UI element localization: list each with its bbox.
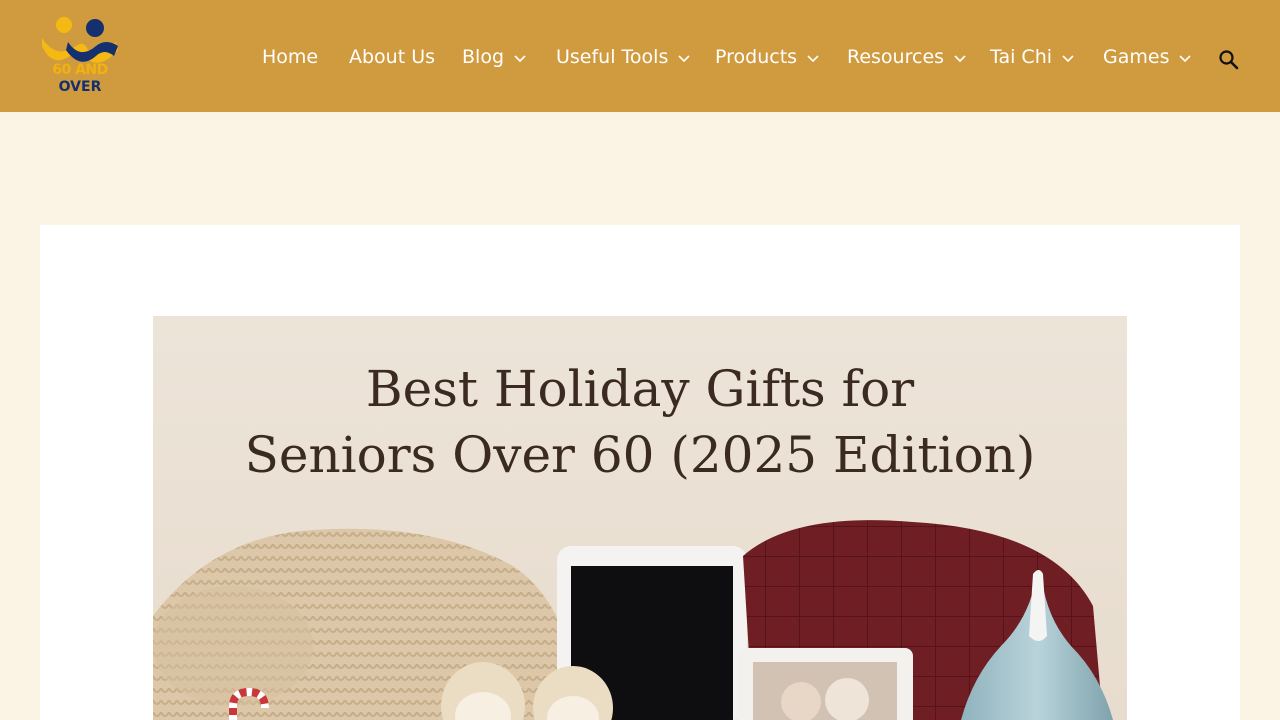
- nav-item-games[interactable]: Games: [1103, 44, 1192, 70]
- hero-title-line1: Best Holiday Gifts for: [365, 360, 915, 418]
- nav-label: About Us: [349, 46, 436, 68]
- nav-label: Products: [715, 46, 798, 68]
- nav-label: Games: [1103, 46, 1170, 68]
- chevron-down-icon: [514, 54, 526, 62]
- nav-label: Resources: [847, 46, 945, 68]
- nav-label: Tai Chi: [990, 46, 1053, 68]
- logo-text-line2: OVER: [58, 79, 102, 95]
- nav-item-useful-tools[interactable]: Useful Tools: [556, 44, 691, 70]
- nav-item-tai-chi[interactable]: Tai Chi: [990, 44, 1075, 70]
- nav-label: Blog: [462, 46, 504, 68]
- chevron-down-icon: [678, 54, 690, 62]
- nav-label: Useful Tools: [556, 46, 669, 68]
- nav-item-about-us[interactable]: About Us: [349, 44, 435, 70]
- nav-item-home[interactable]: Home: [262, 44, 318, 70]
- site-header: 60 AND OVER Home About Us Blog Useful To…: [0, 0, 1280, 112]
- chevron-down-icon: [1179, 54, 1192, 62]
- nav-item-blog[interactable]: Blog: [462, 44, 527, 70]
- logo-text-line1: 60 AND: [52, 62, 108, 78]
- site-logo[interactable]: 60 AND OVER: [40, 16, 120, 96]
- nav-item-products[interactable]: Products: [715, 44, 820, 70]
- hero-title-line2: Seniors Over 60 (2025 Edition): [244, 426, 1036, 484]
- search-icon[interactable]: [1217, 48, 1241, 72]
- chevron-down-icon: [954, 54, 966, 62]
- chevron-down-icon: [1062, 54, 1074, 62]
- featured-image: Best Holiday Gifts for Seniors Over 60 (…: [153, 316, 1127, 720]
- logo-figures-icon: [42, 17, 118, 63]
- nav-item-resources[interactable]: Resources: [847, 44, 967, 70]
- nav-label: Home: [262, 46, 319, 68]
- chevron-down-icon: [807, 54, 819, 62]
